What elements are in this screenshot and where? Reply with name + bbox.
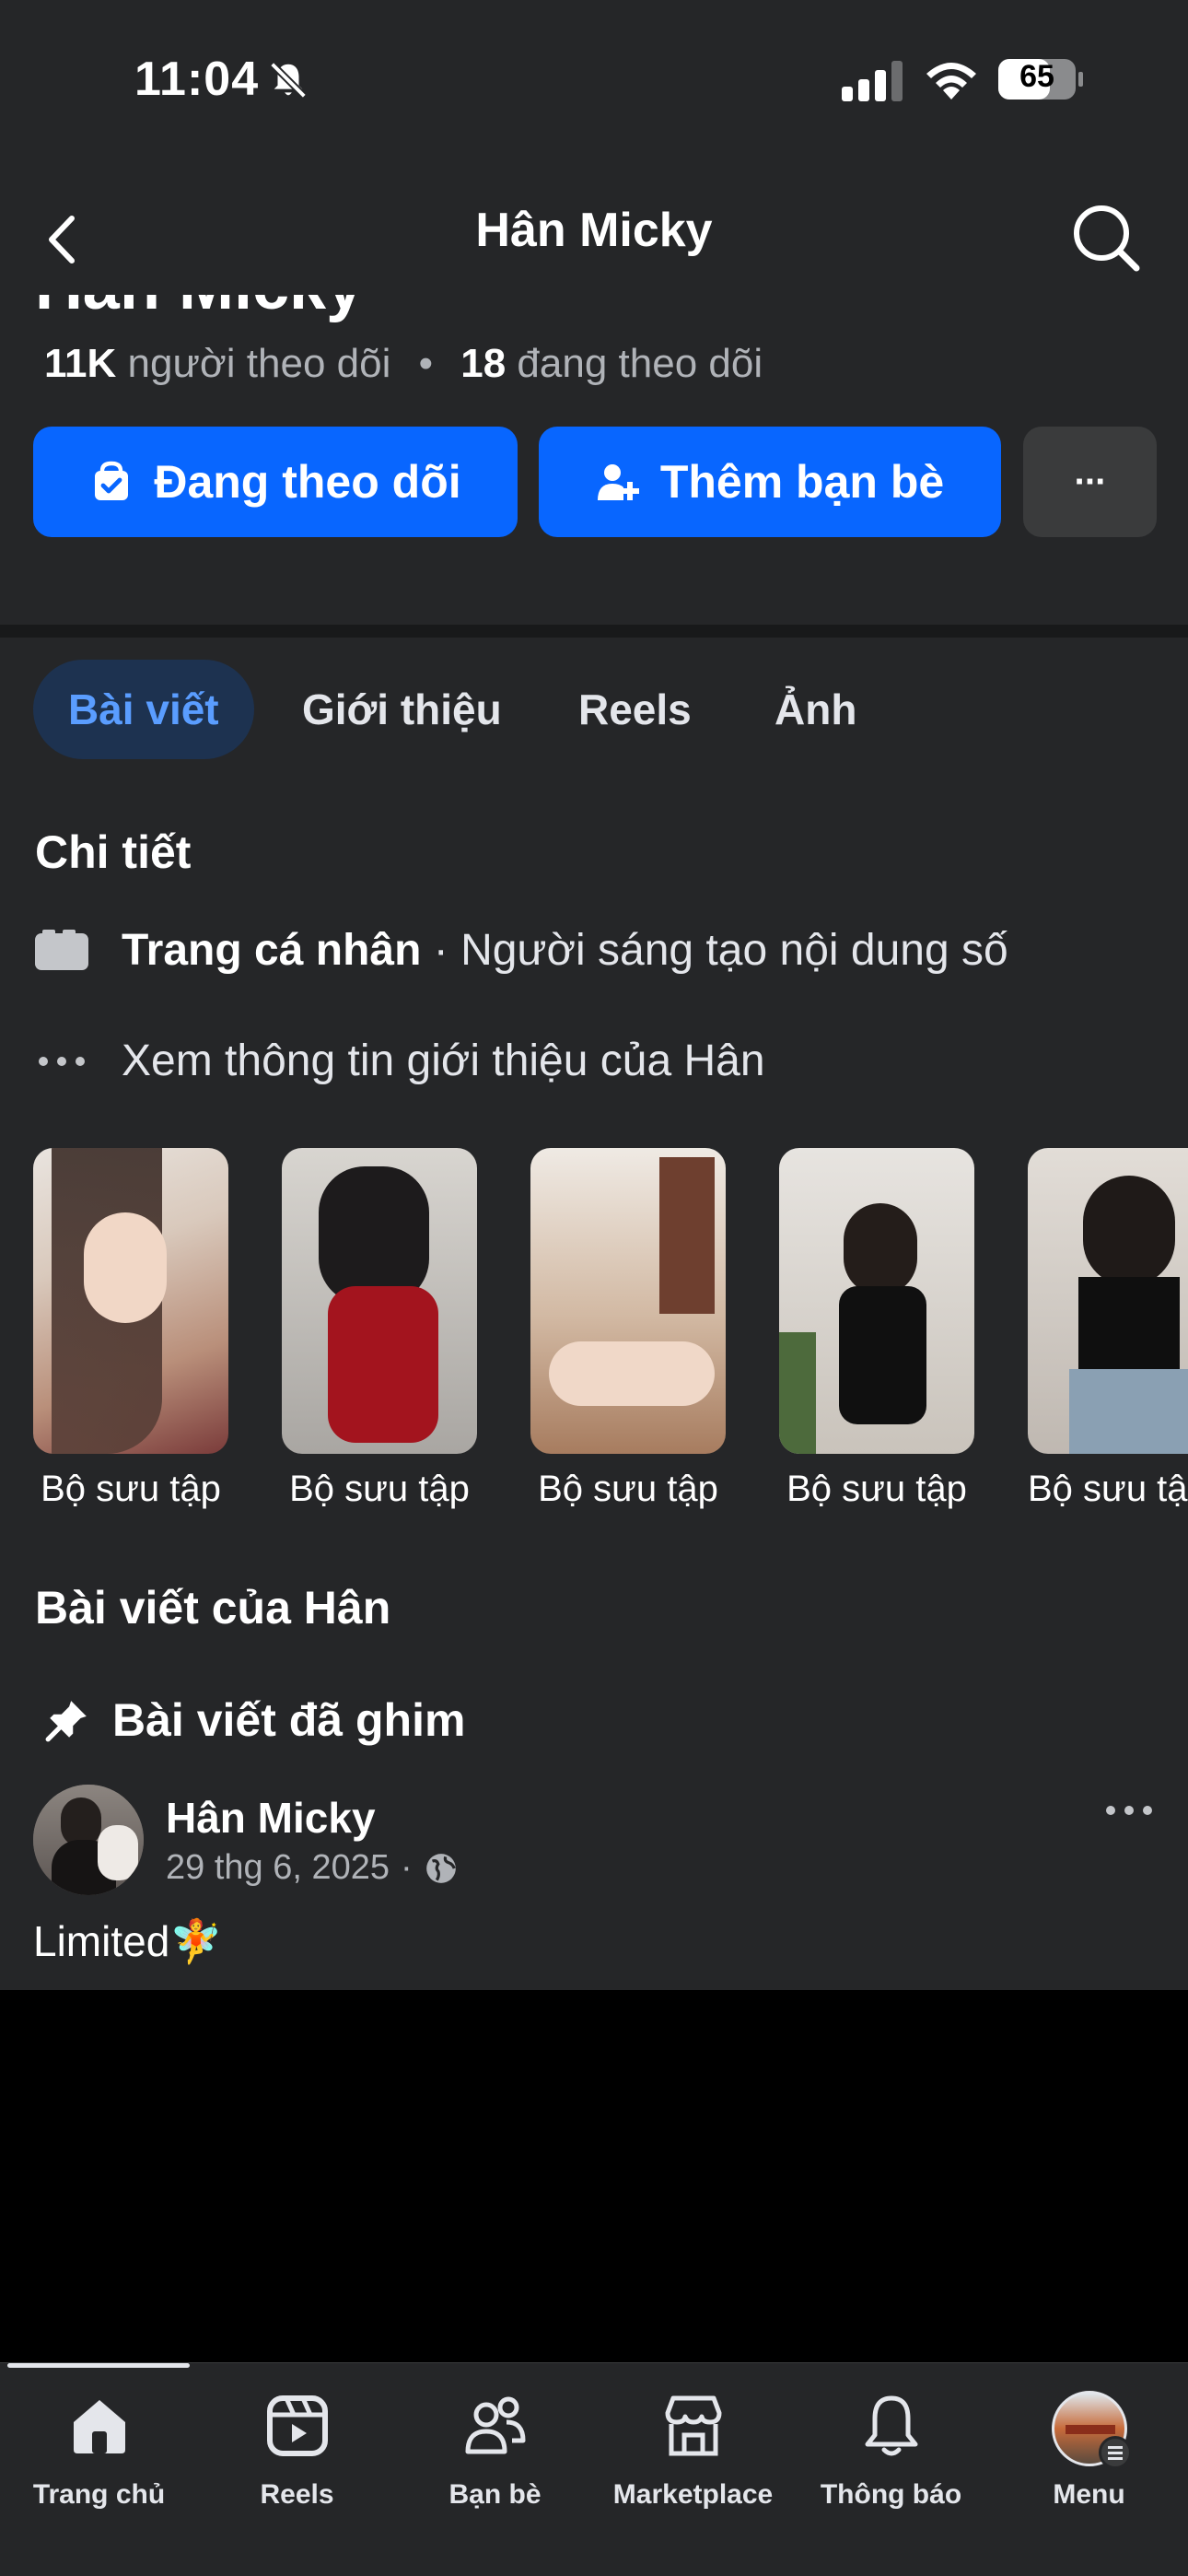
battery-percent: 65 xyxy=(1019,59,1054,94)
pinned-posts-title: Bài viết đã ghim xyxy=(44,1693,465,1747)
collection-label: Bộ sưu tập xyxy=(289,1469,470,1509)
collection-item[interactable]: Bộ sưu tập xyxy=(530,1148,726,1510)
section-divider xyxy=(0,625,1188,638)
menu-badge-icon xyxy=(1098,2436,1132,2469)
add-friend-button[interactable]: Thêm bạn bè xyxy=(539,427,1001,537)
tab-photos[interactable]: Ảnh xyxy=(775,660,856,759)
globe-icon xyxy=(425,1853,456,1883)
following-label[interactable]: đang theo dõi xyxy=(517,341,763,386)
add-friend-icon xyxy=(597,464,639,500)
status-time: 11:04 xyxy=(134,53,260,106)
profile-avatar-icon xyxy=(1051,2391,1132,2469)
collection-thumbnail xyxy=(33,1148,228,1454)
following-button-label: Đang theo dõi xyxy=(154,456,461,508)
collection-label: Bộ sưu tập xyxy=(786,1469,967,1509)
following-count[interactable]: 18 xyxy=(460,341,506,386)
posts-section-title: Bài viết của Hân xyxy=(35,1582,391,1633)
followers-label[interactable]: người theo dõi xyxy=(128,341,391,386)
tab-posts[interactable]: Bài viết xyxy=(33,660,254,759)
nav-reels[interactable]: Reels xyxy=(198,2391,396,2511)
home-icon xyxy=(73,2400,125,2453)
tab-about[interactable]: Giới thiệu xyxy=(302,660,502,759)
author-avatar[interactable] xyxy=(33,1785,144,1895)
marketplace-icon xyxy=(665,2395,721,2456)
media-placeholder xyxy=(0,1990,1188,2362)
collection-item[interactable]: Bộ sưu tập xyxy=(1028,1148,1188,1510)
bottom-navigation: Trang chủ Reels Bạn bè Marketplace Thông… xyxy=(0,2362,1188,2576)
cellular-signal-icon xyxy=(842,61,903,101)
meta-separator: · xyxy=(401,1848,413,1887)
friends-icon xyxy=(465,2396,525,2454)
more-options-button[interactable]: ··· xyxy=(1023,427,1157,537)
post-date[interactable]: 29 thg 6, 2025 xyxy=(166,1848,390,1888)
pin-icon xyxy=(45,1701,87,1742)
active-tab-indicator xyxy=(7,2363,190,2368)
nav-friends[interactable]: Bạn bè xyxy=(396,2391,594,2511)
separator: • xyxy=(418,341,433,386)
collection-thumbnail xyxy=(530,1148,726,1454)
collection-thumbnail xyxy=(282,1148,477,1454)
follow-stats: 11K người theo dõi • 18 đang theo dõi xyxy=(44,341,763,387)
collection-thumbnail xyxy=(779,1148,974,1454)
nav-marketplace[interactable]: Marketplace xyxy=(594,2391,792,2511)
details-title: Chi tiết xyxy=(35,826,192,878)
collection-item[interactable]: Bộ sưu tập xyxy=(779,1148,974,1510)
collection-label: Bộ sưu tập xyxy=(1028,1469,1188,1509)
page-type-row: Trang cá nhân · Người sáng tạo nội dung … xyxy=(35,925,1008,976)
page-title: Hân Micky xyxy=(475,204,713,257)
see-about-label: Xem thông tin giới thiệu của Hân xyxy=(122,1036,765,1085)
page-type-label: Trang cá nhân xyxy=(122,926,422,975)
following-button[interactable]: Đang theo dõi xyxy=(33,427,518,537)
post-author-name[interactable]: Hân Micky xyxy=(166,1793,376,1843)
collection-label: Bộ sưu tập xyxy=(538,1469,718,1509)
post-text-body: Limited xyxy=(33,1917,170,1965)
add-friend-button-label: Thêm bạn bè xyxy=(659,456,945,508)
nav-home[interactable]: Trang chủ xyxy=(0,2391,198,2511)
collection-label: Bộ sưu tập xyxy=(41,1469,221,1509)
profile-name-scrolled: Hân Micky xyxy=(0,295,1188,332)
page-icon xyxy=(35,929,88,970)
bell-muted-icon xyxy=(270,62,307,99)
collection-thumbnail xyxy=(1028,1148,1188,1454)
page-type-category: · Người sáng tạo nội dung số xyxy=(421,926,1008,975)
post-more-icon[interactable] xyxy=(1101,1797,1157,1824)
collection-item[interactable]: Bộ sưu tập xyxy=(282,1148,477,1510)
see-about-row[interactable]: Xem thông tin giới thiệu của Hân xyxy=(35,1036,765,1086)
search-icon[interactable] xyxy=(1068,200,1142,274)
following-check-icon xyxy=(95,461,129,500)
tab-reels[interactable]: Reels xyxy=(578,660,692,759)
more-dots-icon xyxy=(39,1056,85,1066)
bell-icon xyxy=(865,2395,917,2456)
reels-icon xyxy=(266,2395,328,2456)
fairy-emoji: 🧚 xyxy=(169,1917,223,1965)
nav-notifications[interactable]: Thông báo xyxy=(792,2391,990,2511)
wifi-icon xyxy=(926,63,976,100)
more-dots-icon: ··· xyxy=(1074,461,1108,502)
post-text: Limited🧚 xyxy=(33,1916,223,1967)
followers-count[interactable]: 11K xyxy=(44,341,116,386)
post-meta: 29 thg 6, 2025 · xyxy=(166,1848,459,1888)
status-bar: 11:04 65 xyxy=(0,0,1188,161)
collection-item[interactable]: Bộ sưu tập xyxy=(33,1148,228,1510)
nav-menu[interactable]: Menu xyxy=(990,2391,1188,2511)
page-header: Hân Micky xyxy=(0,161,1188,309)
